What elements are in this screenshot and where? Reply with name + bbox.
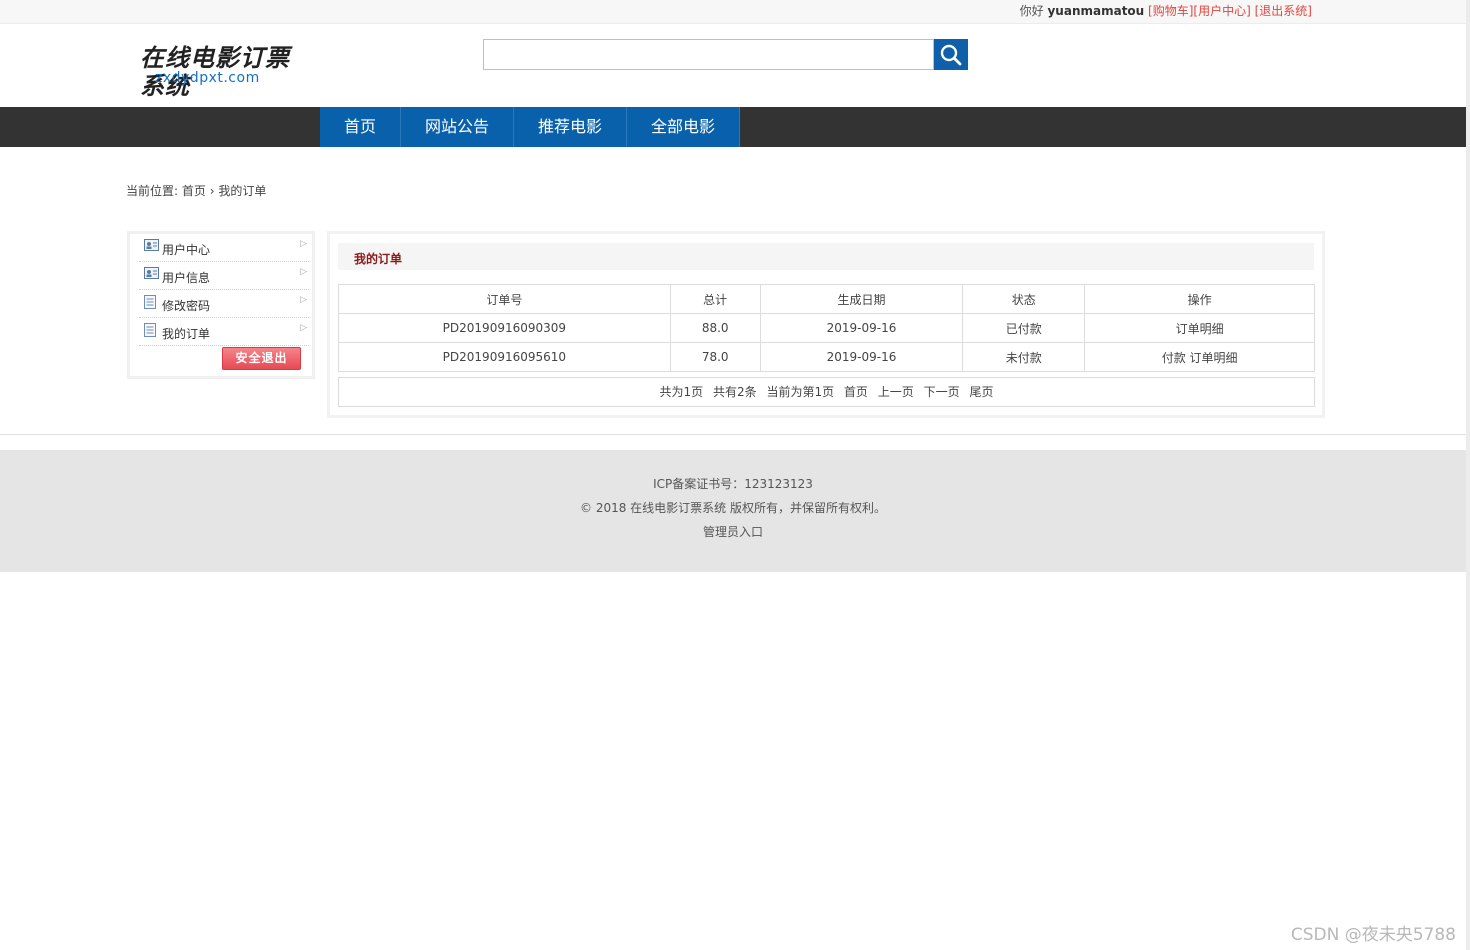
user-center-link[interactable]: [用户中心] <box>1193 4 1250 18</box>
breadcrumb-prefix: 当前位置: <box>126 184 179 198</box>
table-row: PD20190916095610 78.0 2019-09-16 未付款 付款 … <box>338 342 1315 372</box>
table-header-row: 订单号 总计 生成日期 状态 操作 <box>338 284 1315 314</box>
logout-system-link[interactable]: [退出系统] <box>1255 4 1312 18</box>
window-edge <box>1466 0 1470 950</box>
sidebar-item-label: 用户信息 <box>162 271 211 285</box>
site-logo[interactable]: 在线电影订票系统 zxdydpxt.com <box>140 44 310 100</box>
date-cell: 2019-09-16 <box>759 342 964 372</box>
order-detail-link[interactable]: 订单明细 <box>1176 322 1224 336</box>
user-card-icon <box>144 239 159 251</box>
order-detail-link[interactable]: 订单明细 <box>1190 351 1238 365</box>
divider <box>0 434 1466 435</box>
csdn-watermark: CSDN @夜未央5788 <box>1290 925 1456 945</box>
breadcrumb-current: 我的订单 <box>218 184 267 198</box>
breadcrumb: 当前位置: 首页 › 我的订单 <box>126 182 266 199</box>
sidebar-item-change-password[interactable]: 修改密码 ▷ <box>139 290 309 318</box>
nav-item-announcements[interactable]: 网站公告 <box>401 107 514 147</box>
actions-cell: 订单明细 <box>1084 313 1315 343</box>
footer: ICP备案证书号：123123123 © 2018 在线电影订票系统 版权所有，… <box>0 450 1466 572</box>
pager-total-items: 共有2条 <box>712 385 757 399</box>
status-cell: 未付款 <box>962 342 1086 372</box>
sidebar-item-label: 修改密码 <box>162 299 211 313</box>
column-header-total: 总计 <box>669 284 761 314</box>
column-header-actions: 操作 <box>1084 284 1315 314</box>
nav-item-recommended-movies[interactable]: 推荐电影 <box>514 107 627 147</box>
safe-logout-button[interactable]: 安全退出 <box>222 347 301 370</box>
cart-link[interactable]: [购物车] <box>1148 4 1193 18</box>
nav-item-home[interactable]: 首页 <box>320 107 401 147</box>
pager-total-pages: 共为1页 <box>659 385 704 399</box>
username: yuanmamatou <box>1047 4 1145 18</box>
actions-cell: 付款 订单明细 <box>1084 342 1315 372</box>
search-button[interactable] <box>934 39 968 70</box>
sidebar-item-my-orders[interactable]: 我的订单 ▷ <box>139 318 309 346</box>
order-no-cell: PD20190916090309 <box>338 313 671 343</box>
sidebar-item-label: 我的订单 <box>162 327 211 341</box>
search-icon <box>940 44 962 66</box>
pager-last-link[interactable]: 尾页 <box>969 385 993 399</box>
sidebar-item-user-info[interactable]: 用户信息 ▷ <box>139 262 309 290</box>
column-header-status: 状态 <box>962 284 1086 314</box>
header: 在线电影订票系统 zxdydpxt.com <box>0 24 1466 107</box>
pager-next-link[interactable]: 下一页 <box>924 385 960 399</box>
order-no-cell: PD20190916095610 <box>338 342 671 372</box>
breadcrumb-separator: › <box>209 184 215 198</box>
column-header-date: 生成日期 <box>759 284 964 314</box>
top-bar: 你好 yuanmamatou [购物车][用户中心] [退出系统] <box>0 0 1466 24</box>
pagination: 共为1页 共有2条 当前为第1页 首页 上一页 下一页 尾页 <box>338 377 1315 407</box>
chevron-right-icon: ▷ <box>300 239 307 249</box>
chevron-right-icon: ▷ <box>300 323 307 333</box>
user-greeting-area: 你好 yuanmamatou [购物车][用户中心] [退出系统] <box>1020 2 1312 19</box>
document-icon <box>144 295 156 309</box>
panel-title: 我的订单 <box>354 252 403 266</box>
copyright-text: © 2018 在线电影订票系统 版权所有，并保留所有权利。 <box>580 501 886 515</box>
nav-item-all-movies[interactable]: 全部电影 <box>627 107 740 147</box>
orders-panel: 我的订单 订单号 总计 生成日期 状态 操作 PD20190916090309 … <box>327 231 1325 418</box>
total-cell: 78.0 <box>669 342 761 372</box>
user-sidebar: 用户中心 ▷ 用户信息 ▷ 修改密码 ▷ 我的订单 ▷ 安全退出 <box>127 231 315 379</box>
breadcrumb-home-link[interactable]: 首页 <box>182 184 206 198</box>
chevron-right-icon: ▷ <box>300 267 307 277</box>
total-cell: 88.0 <box>669 313 761 343</box>
pay-link[interactable]: 付款 <box>1162 351 1186 365</box>
document-icon <box>144 323 156 337</box>
status-cell: 已付款 <box>962 313 1086 343</box>
orders-table: 订单号 总计 生成日期 状态 操作 PD20190916090309 88.0 … <box>338 284 1315 372</box>
column-header-order-no: 订单号 <box>338 284 671 314</box>
sidebar-item-user-center[interactable]: 用户中心 ▷ <box>139 234 309 262</box>
user-card-icon <box>144 267 159 279</box>
icp-record: ICP备案证书号：123123123 <box>653 477 813 491</box>
search-input[interactable] <box>483 39 934 70</box>
main-nav: 首页 网站公告 推荐电影 全部电影 <box>0 107 1466 147</box>
pager-prev-link[interactable]: 上一页 <box>878 385 914 399</box>
sidebar-item-label: 用户中心 <box>162 243 211 257</box>
pager-first-link[interactable]: 首页 <box>844 385 868 399</box>
logo-domain-text: zxdydpxt.com <box>155 70 260 86</box>
table-row: PD20190916090309 88.0 2019-09-16 已付款 订单明… <box>338 313 1315 343</box>
date-cell: 2019-09-16 <box>759 313 964 343</box>
pager-current-page: 当前为第1页 <box>766 385 835 399</box>
admin-entry-link[interactable]: 管理员入口 <box>0 523 1466 540</box>
chevron-right-icon: ▷ <box>300 295 307 305</box>
greeting-text: 你好 <box>1019 4 1044 18</box>
panel-title-bar: 我的订单 <box>338 243 1314 270</box>
